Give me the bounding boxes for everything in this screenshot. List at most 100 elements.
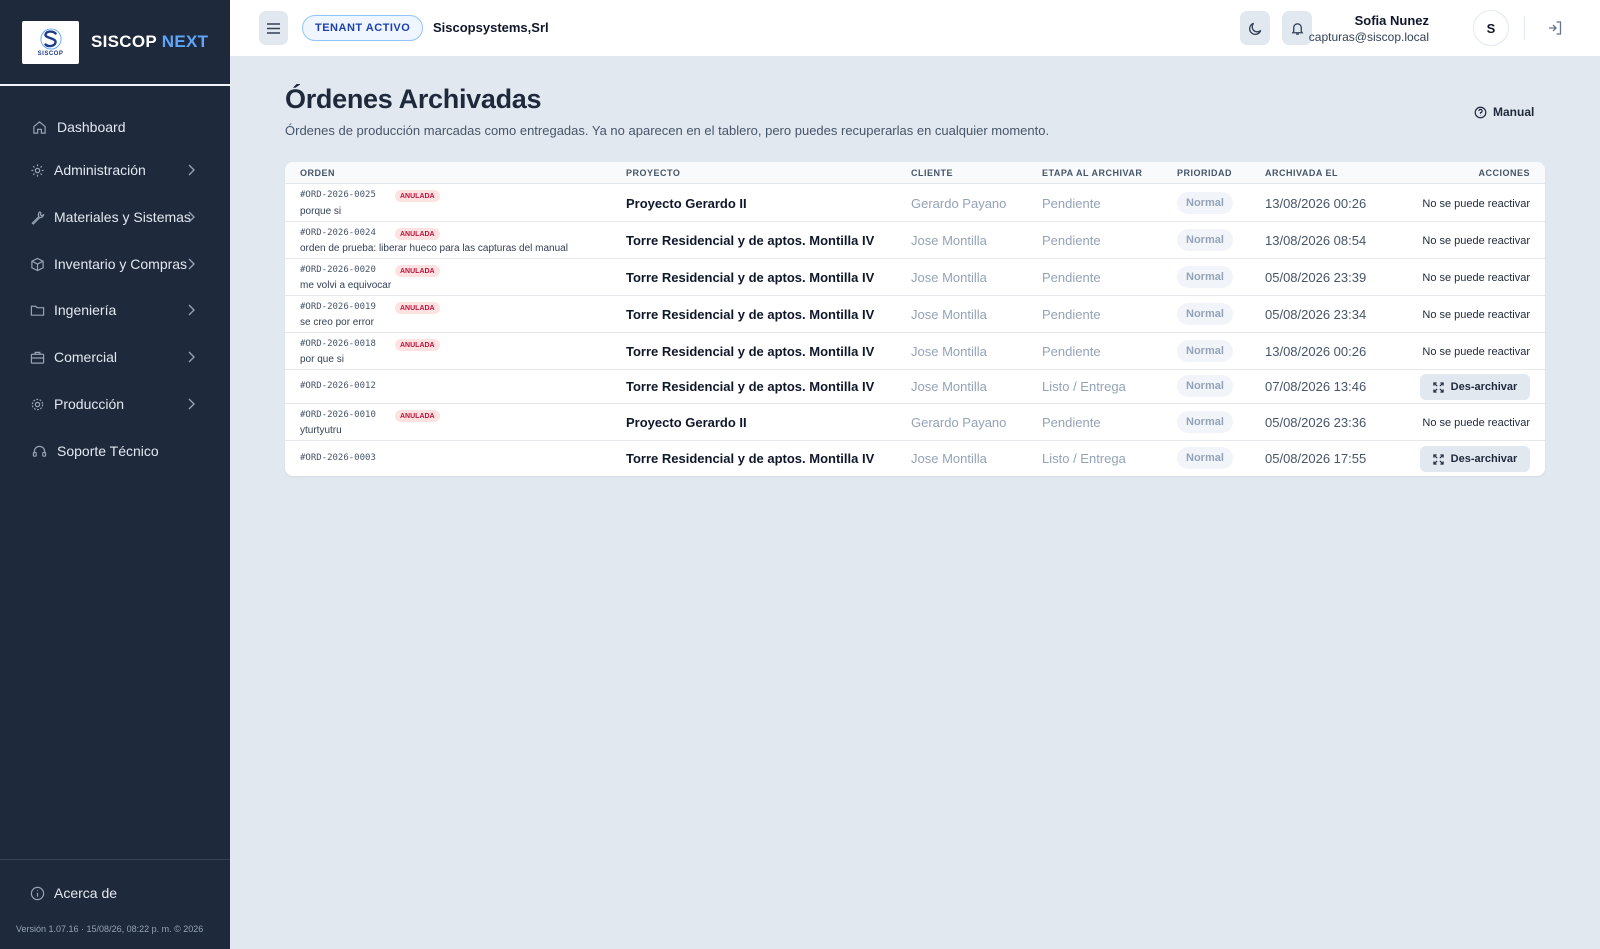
archived-date: 13/08/2026 00:26 [1265, 344, 1367, 359]
brand: SISCOP SISCOP NEXT [0, 0, 230, 86]
table-row: #ORD-2026-0024 ANULADA orden de prueba: … [285, 222, 1545, 259]
wrench-icon [29, 209, 45, 225]
order-code: #ORD-2026-0003 [300, 453, 376, 463]
stage: Listo / Entrega [1042, 379, 1126, 394]
expand-icon [1432, 381, 1444, 393]
stage: Pendiente [1042, 196, 1101, 211]
chevron-right-icon [187, 162, 199, 178]
table-header: ORDEN PROYECTO CLIENTE ETAPA AL ARCHIVAR… [285, 162, 1545, 184]
stage: Listo / Entrega [1042, 451, 1126, 466]
project-name: Torre Residencial y de aptos. Montilla I… [626, 233, 875, 248]
order-note: yturtyutru [300, 425, 342, 436]
archived-date: 05/08/2026 17:55 [1265, 451, 1367, 466]
order-code: #ORD-2026-0020 [300, 265, 376, 275]
headset-icon [31, 443, 47, 459]
sidebar-item-dashboard[interactable]: Dashboard [0, 109, 230, 145]
sidebar-item-label: Dashboard [57, 119, 126, 135]
expand-icon [1432, 453, 1444, 465]
status-badge: ANULADA [395, 228, 440, 240]
unarchive-button[interactable]: Des-archivar [1420, 446, 1530, 472]
notifications-button[interactable] [1282, 11, 1312, 45]
sidebar-footer: Acerca de Versión 1.07.16 · 15/08/26, 08… [0, 859, 230, 949]
project-name: Torre Residencial y de aptos. Montilla I… [626, 307, 875, 322]
column-header-etapa: ETAPA AL ARCHIVAR [1042, 168, 1143, 178]
table-row: #ORD-2026-0018 ANULADA por que si Torre … [285, 333, 1545, 370]
order-code: #ORD-2026-0019 [300, 302, 376, 312]
order-note: porque si [300, 206, 342, 217]
avatar[interactable]: S [1473, 10, 1509, 46]
siscop-logo-icon [39, 27, 62, 50]
client-name: Jose Montilla [911, 233, 987, 248]
archived-date: 13/08/2026 08:54 [1265, 233, 1367, 248]
logout-icon [1549, 21, 1562, 35]
chevron-right-icon [187, 256, 199, 272]
client-name: Jose Montilla [911, 270, 987, 285]
sidebar-item-acerca-de[interactable]: Acerca de [0, 875, 230, 911]
column-header-proyecto: PROYECTO [626, 168, 681, 178]
unarchive-label: Des-archivar [1450, 453, 1518, 465]
sidebar-item-label: Inventario y Compras [54, 256, 188, 272]
chevron-right-icon [187, 396, 199, 412]
briefcase-icon [29, 349, 45, 365]
priority-badge: Normal [1177, 340, 1233, 362]
top-header: TENANT ACTIVO Siscopsystems,Srl Sofia Nu… [230, 0, 1600, 57]
sidebar-item-soporte[interactable]: Soporte Técnico [0, 433, 230, 469]
sidebar-item-ingenieria[interactable]: Ingeniería [0, 292, 230, 328]
archived-date: 07/08/2026 13:46 [1265, 379, 1367, 394]
stage: Pendiente [1042, 233, 1101, 248]
priority-badge: Normal [1177, 192, 1233, 214]
sidebar-item-label: Acerca de [54, 885, 118, 901]
gear-icon [29, 162, 45, 178]
manual-link[interactable]: Manual [1474, 105, 1534, 119]
order-note: orden de prueba: liberar hueco para las … [300, 243, 568, 254]
priority-badge: Normal [1177, 266, 1233, 288]
order-code: #ORD-2026-0024 [300, 228, 376, 238]
order-note: por que si [300, 354, 344, 365]
sidebar-item-administracion[interactable]: Administración [0, 152, 230, 188]
archived-date: 05/08/2026 23:39 [1265, 270, 1367, 285]
sidebar-item-produccion[interactable]: Producción [0, 386, 230, 422]
cannot-reactivate-text: No se puede reactivar [1422, 417, 1530, 429]
order-code: #ORD-2026-0025 [300, 190, 376, 200]
tenant-badge: TENANT ACTIVO [302, 15, 424, 41]
status-badge: ANULADA [395, 190, 440, 202]
project-name: Proyecto Gerardo II [626, 415, 747, 430]
bell-icon [1291, 22, 1303, 35]
brand-name-accent: NEXT [161, 32, 209, 51]
cannot-reactivate-text: No se puede reactivar [1422, 309, 1530, 321]
sidebar-item-comercial[interactable]: Comercial [0, 339, 230, 375]
column-header-prioridad: PRIORIDAD [1177, 168, 1233, 178]
status-badge: ANULADA [395, 302, 440, 314]
menu-toggle-button[interactable] [259, 11, 288, 45]
cog-icon [29, 396, 45, 412]
cannot-reactivate-text: No se puede reactivar [1422, 198, 1530, 210]
client-name: Jose Montilla [911, 344, 987, 359]
stage: Pendiente [1042, 344, 1101, 359]
priority-badge: Normal [1177, 303, 1233, 325]
table-row: #ORD-2026-0020 ANULADA me volvi a equivo… [285, 259, 1545, 296]
sidebar-item-inventario[interactable]: Inventario y Compras [0, 246, 230, 282]
order-code: #ORD-2026-0012 [300, 381, 376, 391]
sidebar-item-materiales[interactable]: Materiales y Sistemas [0, 199, 230, 235]
brand-logo[interactable]: SISCOP [22, 20, 79, 64]
unarchive-button[interactable]: Des-archivar [1420, 374, 1530, 400]
tenant-name: Siscopsystems,Srl [433, 20, 549, 35]
header-divider [1524, 17, 1525, 39]
chevron-right-icon [187, 209, 199, 225]
status-badge: ANULADA [395, 265, 440, 277]
archived-date: 05/08/2026 23:34 [1265, 307, 1367, 322]
box-icon [29, 256, 45, 272]
project-name: Torre Residencial y de aptos. Montilla I… [626, 379, 875, 394]
theme-toggle-button[interactable] [1240, 11, 1270, 45]
stage: Pendiente [1042, 270, 1101, 285]
page-title: Órdenes Archivadas [285, 84, 542, 114]
column-header-orden: ORDEN [300, 168, 336, 178]
column-header-acciones: ACCIONES [1478, 168, 1530, 178]
client-name: Jose Montilla [911, 307, 987, 322]
status-badge: ANULADA [395, 410, 440, 422]
logout-button[interactable] [1545, 18, 1565, 38]
column-header-cliente: CLIENTE [911, 168, 954, 178]
table-row: #ORD-2026-0012 Torre Residencial y de ap… [285, 370, 1545, 404]
moon-icon [1248, 22, 1261, 35]
cannot-reactivate-text: No se puede reactivar [1422, 235, 1530, 247]
